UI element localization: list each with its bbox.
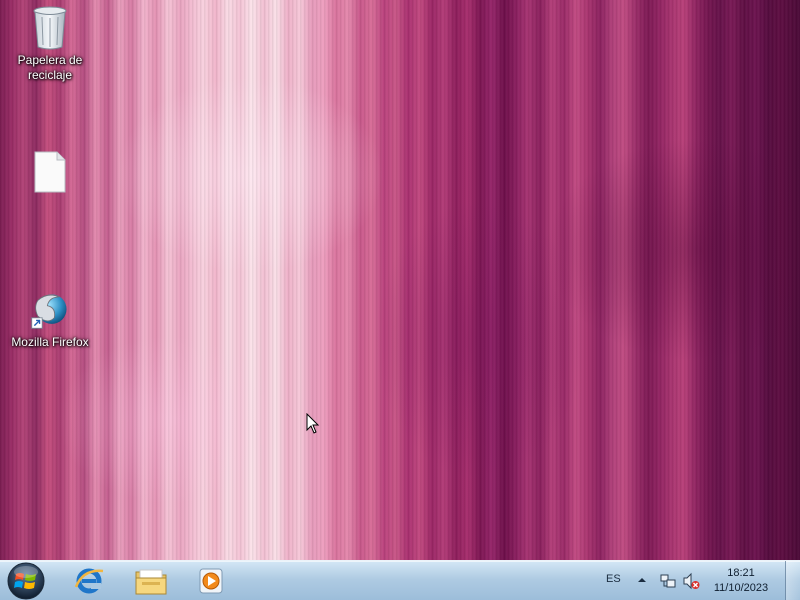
desktop-icon-blank-file[interactable] xyxy=(5,150,95,197)
start-button[interactable] xyxy=(4,562,48,600)
windows-start-orb-icon xyxy=(7,562,45,600)
recycle-bin-icon xyxy=(30,6,70,50)
desktop-icon-label: Mozilla Firefox xyxy=(11,335,89,349)
taskbar-windows-explorer-button[interactable] xyxy=(124,563,178,599)
desktop-wallpaper[interactable] xyxy=(0,0,800,560)
language-indicator[interactable]: ES xyxy=(606,573,621,585)
mouse-cursor-icon xyxy=(306,413,320,434)
document-icon xyxy=(30,150,70,194)
show-desktop-button[interactable] xyxy=(785,561,800,600)
network-icon[interactable] xyxy=(659,572,677,590)
desktop-icon-recycle-bin[interactable]: Papelera de reciclaje xyxy=(5,6,95,83)
system-tray: ES 18:21 11/10/2023 xyxy=(586,561,800,600)
show-hidden-icons-arrow-icon[interactable] xyxy=(636,573,648,587)
desktop-screen: Papelera de reciclaje Mozilla Firefox ES… xyxy=(0,0,800,600)
taskbar-media-player-button[interactable] xyxy=(184,563,238,599)
taskbar-internet-explorer-button[interactable] xyxy=(62,563,116,599)
firefox-icon xyxy=(30,288,70,332)
folder-icon xyxy=(135,569,167,595)
media-player-icon xyxy=(199,568,223,594)
internet-explorer-icon xyxy=(74,568,104,594)
taskbar: ES 18:21 11/10/2023 xyxy=(0,560,800,600)
desktop-icon-label: Papelera de reciclaje xyxy=(17,53,83,82)
taskbar-clock[interactable]: 18:21 11/10/2023 xyxy=(706,566,776,596)
clock-time: 18:21 xyxy=(727,567,755,579)
clock-date: 11/10/2023 xyxy=(713,582,769,594)
volume-muted-icon[interactable] xyxy=(682,572,700,590)
desktop-icon-firefox[interactable]: Mozilla Firefox xyxy=(5,288,95,350)
